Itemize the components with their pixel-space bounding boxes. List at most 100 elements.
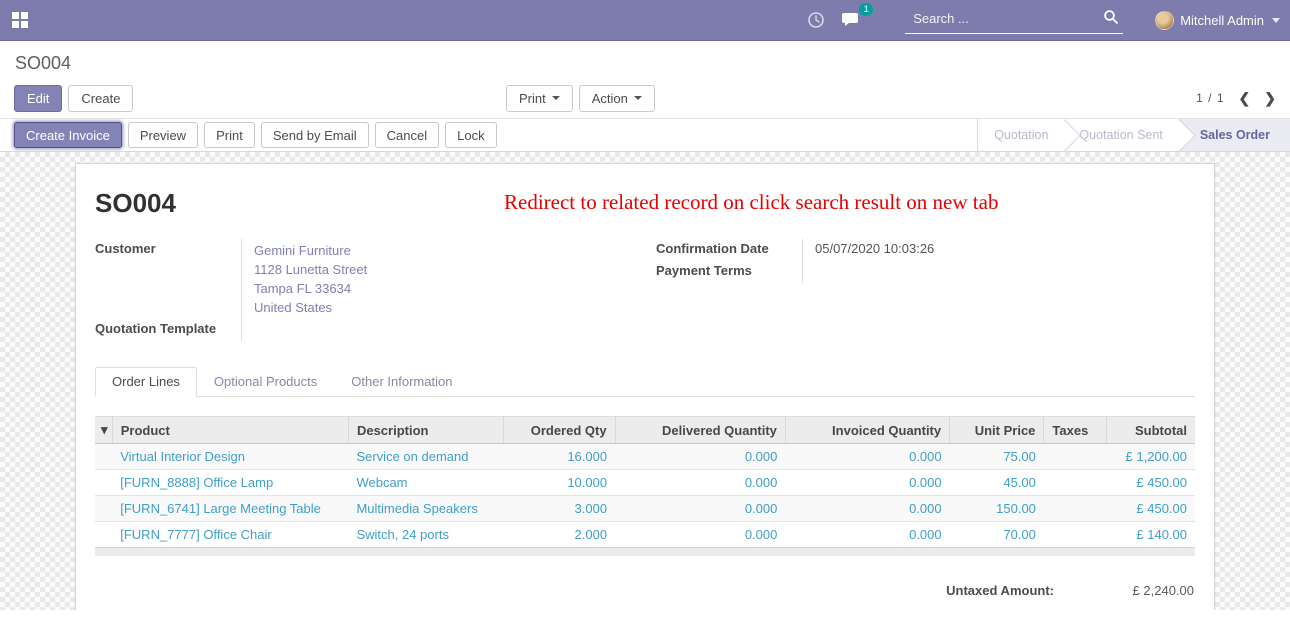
table-row[interactable]: Virtual Interior DesignService on demand… bbox=[95, 444, 1195, 470]
tab-optional-products[interactable]: Optional Products bbox=[197, 367, 334, 397]
order-lines-header: ▾ProductDescriptionOrdered QtyDelivered … bbox=[95, 417, 1195, 444]
send-by-email-button[interactable]: Send by Email bbox=[261, 122, 369, 148]
cell-taxes[interactable] bbox=[1044, 496, 1107, 522]
cell-delivered-quantity[interactable]: 0.000 bbox=[615, 522, 785, 548]
cell-taxes[interactable] bbox=[1044, 522, 1107, 548]
customer-address-line[interactable]: Gemini Furniture bbox=[254, 241, 634, 260]
cell-ordered-qty[interactable]: 10.000 bbox=[504, 470, 616, 496]
table-row[interactable]: [FURN_7777] Office ChairSwitch, 24 ports… bbox=[95, 522, 1195, 548]
cell-invoiced-quantity[interactable]: 0.000 bbox=[785, 444, 949, 470]
cell-description[interactable]: Service on demand bbox=[348, 444, 503, 470]
action-menu-label: Action bbox=[592, 91, 628, 106]
table-row[interactable]: [FURN_6741] Large Meeting TableMultimedi… bbox=[95, 496, 1195, 522]
cancel-button[interactable]: Cancel bbox=[375, 122, 439, 148]
row-handle-cell bbox=[95, 444, 112, 470]
order-lines-table: ▾ProductDescriptionOrdered QtyDelivered … bbox=[95, 416, 1195, 547]
chevron-down-icon bbox=[1272, 18, 1280, 23]
top-navbar: 1 Mitchell Admin bbox=[0, 0, 1290, 41]
cell-product[interactable]: [FURN_6741] Large Meeting Table bbox=[112, 496, 348, 522]
confirmation-date-label: Confirmation Date bbox=[656, 239, 802, 261]
cell-delivered-quantity[interactable]: 0.000 bbox=[615, 470, 785, 496]
cell-delivered-quantity[interactable]: 0.000 bbox=[615, 444, 785, 470]
cell-ordered-qty[interactable]: 3.000 bbox=[504, 496, 616, 522]
edit-button[interactable]: Edit bbox=[14, 85, 62, 112]
column-header-subtotal[interactable]: Subtotal bbox=[1107, 417, 1195, 444]
search-input[interactable] bbox=[905, 7, 1123, 34]
form-view-background: SO004 Redirect to related record on clic… bbox=[0, 152, 1290, 610]
cell-product[interactable]: [FURN_7777] Office Chair bbox=[112, 522, 348, 548]
user-name: Mitchell Admin bbox=[1180, 13, 1264, 28]
cell-unit-price[interactable]: 75.00 bbox=[950, 444, 1044, 470]
table-row[interactable]: [FURN_8888] Office LampWebcam10.0000.000… bbox=[95, 470, 1195, 496]
column-header-delivered-quantity[interactable]: Delivered Quantity bbox=[615, 417, 785, 444]
column-header-ordered-qty[interactable]: Ordered Qty bbox=[504, 417, 616, 444]
quotation-template-value[interactable] bbox=[241, 319, 634, 341]
cell-ordered-qty[interactable]: 2.000 bbox=[504, 522, 616, 548]
cell-subtotal[interactable]: £ 140.00 bbox=[1107, 522, 1195, 548]
cell-unit-price[interactable]: 150.00 bbox=[950, 496, 1044, 522]
cell-taxes[interactable] bbox=[1044, 470, 1107, 496]
tab-other-information[interactable]: Other Information bbox=[334, 367, 469, 397]
search-icon[interactable] bbox=[1103, 9, 1119, 28]
cell-invoiced-quantity[interactable]: 0.000 bbox=[785, 470, 949, 496]
untaxed-amount-label: Untaxed Amount: bbox=[946, 583, 1054, 598]
preview-button[interactable]: Preview bbox=[128, 122, 198, 148]
cell-description[interactable]: Webcam bbox=[348, 470, 503, 496]
pager-next-button[interactable]: ❯ bbox=[1264, 90, 1276, 107]
cell-invoiced-quantity[interactable]: 0.000 bbox=[785, 496, 949, 522]
cell-product[interactable]: [FURN_8888] Office Lamp bbox=[112, 470, 348, 496]
cell-description[interactable]: Switch, 24 ports bbox=[348, 522, 503, 548]
messages-count-badge: 1 bbox=[859, 3, 873, 16]
row-handle-cell bbox=[95, 496, 112, 522]
tab-order-lines[interactable]: Order Lines bbox=[95, 367, 197, 397]
notebook-tabs: Order LinesOptional ProductsOther Inform… bbox=[95, 367, 1195, 397]
pager-previous-button[interactable]: ❮ bbox=[1239, 90, 1251, 107]
column-toggle-caret-icon[interactable]: ▾ bbox=[95, 417, 112, 444]
column-header-description[interactable]: Description bbox=[348, 417, 503, 444]
print-button[interactable]: Print bbox=[204, 122, 255, 148]
create-button[interactable]: Create bbox=[68, 85, 133, 112]
column-header-product[interactable]: Product bbox=[112, 417, 348, 444]
control-panel: SO004 Edit Create Print Action 1 / 1 ❮ ❯ bbox=[0, 41, 1290, 118]
payment-terms-label: Payment Terms bbox=[656, 261, 802, 283]
cell-ordered-qty[interactable]: 16.000 bbox=[504, 444, 616, 470]
user-avatar bbox=[1155, 11, 1174, 30]
confirmation-date-value: 05/07/2020 10:03:26 bbox=[802, 239, 1195, 261]
totals-section: Untaxed Amount: £ 2,240.00 bbox=[95, 583, 1195, 598]
action-menu-button[interactable]: Action bbox=[579, 85, 655, 112]
cell-product[interactable]: Virtual Interior Design bbox=[112, 444, 348, 470]
apps-menu-icon[interactable] bbox=[12, 12, 28, 28]
cell-delivered-quantity[interactable]: 0.000 bbox=[615, 496, 785, 522]
cell-unit-price[interactable]: 70.00 bbox=[950, 522, 1044, 548]
activities-clock-icon[interactable] bbox=[805, 9, 827, 31]
cell-subtotal[interactable]: £ 450.00 bbox=[1107, 470, 1195, 496]
row-handle-cell bbox=[95, 522, 112, 548]
cell-unit-price[interactable]: 45.00 bbox=[950, 470, 1044, 496]
user-menu[interactable]: Mitchell Admin bbox=[1155, 11, 1280, 30]
create-invoice-button[interactable]: Create Invoice bbox=[14, 122, 122, 148]
lock-button[interactable]: Lock bbox=[445, 122, 496, 148]
cell-taxes[interactable] bbox=[1044, 444, 1107, 470]
statusbar-states: QuotationQuotation SentSales Order bbox=[977, 119, 1290, 152]
untaxed-amount-value: £ 2,240.00 bbox=[1054, 583, 1194, 598]
pager-value: 1 / 1 bbox=[1196, 91, 1224, 105]
print-menu-button[interactable]: Print bbox=[506, 85, 573, 112]
chevron-down-icon bbox=[634, 96, 642, 100]
column-header-invoiced-quantity[interactable]: Invoiced Quantity bbox=[785, 417, 949, 444]
column-header-unit-price[interactable]: Unit Price bbox=[950, 417, 1044, 444]
right-field-group: Confirmation Date 05/07/2020 10:03:26 Pa… bbox=[656, 239, 1195, 341]
cell-description[interactable]: Multimedia Speakers bbox=[348, 496, 503, 522]
customer-address-line[interactable]: 1128 Lunetta Street bbox=[254, 260, 634, 279]
customer-address-line[interactable]: Tampa FL 33634 bbox=[254, 279, 634, 298]
order-lines-body: Virtual Interior DesignService on demand… bbox=[95, 444, 1195, 548]
annotation-text: Redirect to related record on click sear… bbox=[504, 190, 998, 215]
cell-invoiced-quantity[interactable]: 0.000 bbox=[785, 522, 949, 548]
customer-address-line[interactable]: United States bbox=[254, 298, 634, 317]
cell-subtotal[interactable]: £ 450.00 bbox=[1107, 496, 1195, 522]
payment-terms-value[interactable] bbox=[802, 261, 1195, 283]
column-header-taxes[interactable]: Taxes bbox=[1044, 417, 1107, 444]
customer-lines: Gemini Furniture1128 Lunetta StreetTampa… bbox=[254, 241, 634, 317]
statusbar: Create InvoicePreviewPrintSend by EmailC… bbox=[0, 118, 1290, 152]
cell-subtotal[interactable]: £ 1,200.00 bbox=[1107, 444, 1195, 470]
chevron-down-icon bbox=[552, 96, 560, 100]
